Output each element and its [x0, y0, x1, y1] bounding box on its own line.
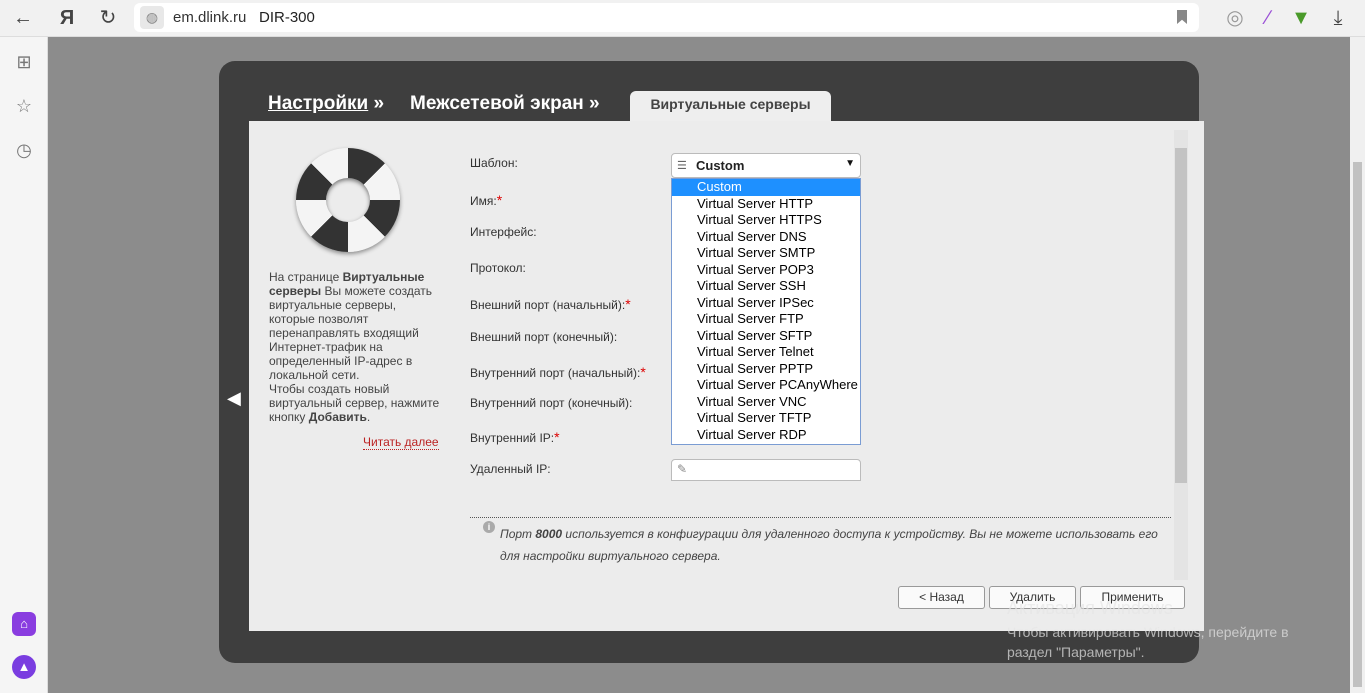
back-icon[interactable]: ←	[10, 6, 36, 30]
url-text: em.dlink.ru	[173, 9, 247, 26]
extension-download-icon[interactable]: ▼	[1288, 6, 1314, 30]
yandex-icon[interactable]: Я	[54, 6, 80, 30]
info-icon: i	[483, 521, 495, 533]
bookmark-icon[interactable]	[1177, 10, 1187, 24]
dropdown-option[interactable]: Virtual Server VNC	[672, 394, 860, 411]
back-button[interactable]: < Назад	[898, 586, 985, 609]
extension-swirl-icon[interactable]: ◎	[1222, 6, 1248, 30]
globe-icon: ◍	[140, 6, 164, 29]
star-icon[interactable]: ☆	[12, 94, 36, 118]
template-select[interactable]: ☰ Custom ▼	[671, 153, 861, 178]
protocol-label: Протокол:	[470, 261, 526, 275]
internal-ip-label: Внутренний IP:*	[470, 429, 560, 445]
collapse-arrow-icon[interactable]: ◀	[227, 388, 241, 409]
address-bar[interactable]: ◍ em.dlink.ru DIR-300	[134, 3, 1199, 32]
chevron-down-icon: ▼	[845, 158, 855, 169]
page-scrollbar[interactable]	[1350, 37, 1365, 693]
alice-voice-icon[interactable]: ▲	[12, 655, 36, 679]
remote-ip-label: Удаленный IP:	[470, 462, 551, 476]
panel-scrollbar[interactable]	[1174, 130, 1188, 580]
tab-virtual-servers[interactable]: Виртуальные серверы	[630, 91, 831, 122]
alice-icon[interactable]: ⌂	[12, 612, 36, 636]
feather-icon[interactable]: ∕	[1255, 6, 1281, 30]
list-icon: ☰	[677, 160, 687, 172]
read-more-link[interactable]: Читать далее	[363, 435, 439, 450]
dropdown-option[interactable]: Virtual Server SFTP	[672, 328, 860, 345]
windows-activation-text: Чтобы активировать Windows, перейдите в …	[1007, 624, 1289, 660]
pencil-icon: ✎	[677, 462, 688, 476]
browser-toolbar: ← Я ↻ ◍ em.dlink.ru DIR-300 ◎ ∕ ▼ ⤓	[0, 0, 1365, 37]
dropdown-option[interactable]: Virtual Server SSH	[672, 278, 860, 295]
clock-icon[interactable]: ◷	[12, 138, 36, 162]
int-port-start-label: Внутренний порт (начальный):*	[470, 364, 646, 380]
dropdown-option[interactable]: Virtual Server PCAnyWhere	[672, 377, 860, 394]
port-note: Порт 8000 используется в конфигурации дл…	[500, 527, 1158, 563]
browser-sidebar: ⊞ ☆ ◷ ⌂ ▲	[0, 37, 48, 693]
ext-port-end-label: Внешний порт (конечный):	[470, 330, 618, 344]
dropdown-option[interactable]: Virtual Server DNS	[672, 229, 860, 246]
help-text: На странице Виртуальные серверы Вы может…	[269, 270, 440, 424]
windows-activation-title: Активация Windows	[1007, 598, 1173, 618]
int-port-end-label: Внутренний порт (конечный):	[470, 396, 633, 410]
apps-grid-icon[interactable]: ⊞	[12, 50, 36, 74]
lifebuoy-icon	[296, 148, 400, 252]
download-icon[interactable]: ⤓	[1325, 6, 1351, 30]
template-dropdown-list[interactable]: Custom Virtual Server HTTP Virtual Server …	[671, 178, 861, 445]
name-label: Имя:*	[470, 192, 503, 208]
dropdown-option[interactable]: Virtual Server HTTPS	[672, 212, 860, 229]
interface-label: Интерфейс:	[470, 225, 537, 239]
dropdown-option[interactable]: Virtual Server SMTP	[672, 245, 860, 262]
page-title: DIR-300	[259, 9, 315, 26]
dropdown-option[interactable]: Virtual Server TFTP	[672, 410, 860, 427]
dropdown-option[interactable]: Virtual Server POP3	[672, 262, 860, 279]
remote-ip-input[interactable]: ✎	[671, 459, 861, 481]
dropdown-option[interactable]: Custom	[672, 179, 860, 196]
dropdown-option[interactable]: Virtual Server HTTP	[672, 196, 860, 213]
dropdown-option[interactable]: Virtual Server Telnet	[672, 344, 860, 361]
dropdown-option[interactable]: Virtual Server IPSec	[672, 295, 860, 312]
ext-port-start-label: Внешний порт (начальный):*	[470, 296, 631, 312]
template-label: Шаблон:	[470, 156, 518, 170]
dropdown-option[interactable]: Virtual Server PPTP	[672, 361, 860, 378]
reload-icon[interactable]: ↻	[95, 6, 121, 30]
dropdown-option[interactable]: Virtual Server RDP	[672, 427, 860, 444]
dropdown-option[interactable]: Virtual Server FTP	[672, 311, 860, 328]
breadcrumb-settings[interactable]: Настройки »	[268, 93, 384, 115]
divider	[470, 517, 1171, 518]
breadcrumb-firewall[interactable]: Межсетевой экран »	[410, 93, 600, 115]
